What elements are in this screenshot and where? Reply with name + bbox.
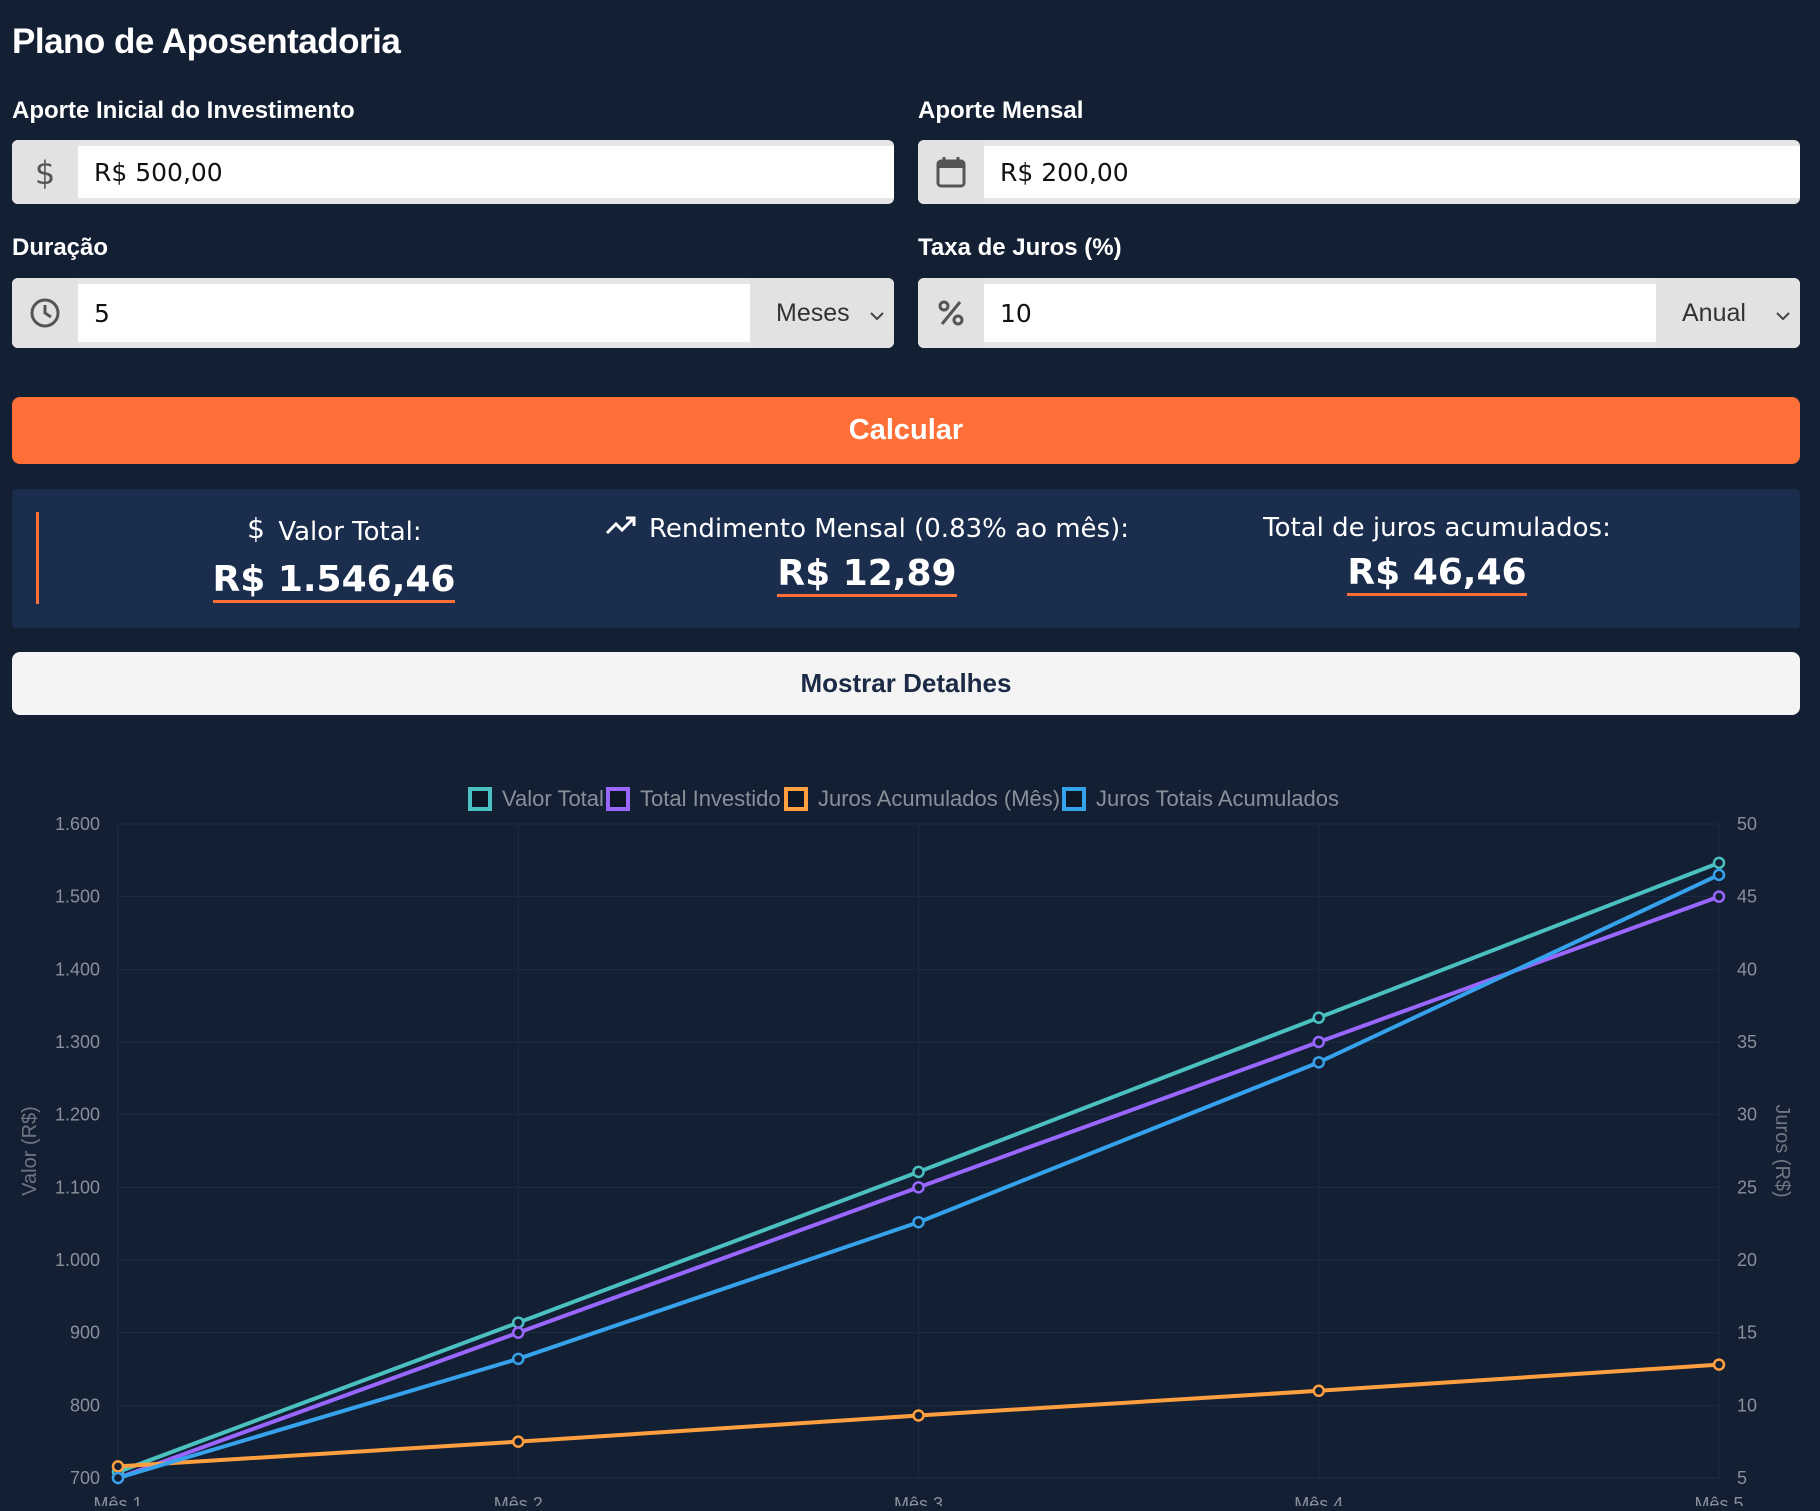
y-right-tick-label: 20: [1737, 1250, 1757, 1270]
results-accent-bar: [36, 512, 39, 604]
data-point: [912, 1181, 925, 1194]
total-value-amount: R$ 1.546,46: [212, 560, 456, 603]
y-left-tick-label: 800: [70, 1395, 100, 1415]
y-left-tick-label: 1.600: [55, 814, 100, 834]
data-point: [512, 1435, 525, 1448]
y-left-axis-title: Valor (R$): [19, 1106, 41, 1196]
duration-unit-select[interactable]: Meses: [750, 278, 894, 348]
y-left-tick-label: 1.400: [55, 959, 100, 979]
legend-label: Juros Totais Acumulados: [1096, 786, 1339, 811]
interest-total-amount: R$ 46,46: [1347, 553, 1527, 596]
duration-label: Duração: [12, 234, 109, 261]
y-right-tick-label: 25: [1737, 1177, 1757, 1197]
monthly-contribution-input[interactable]: R$ 200,00: [984, 146, 1800, 198]
data-point: [111, 1460, 125, 1473]
total-value-result: $ Valor Total: R$ 1.546,46: [174, 512, 494, 603]
chevron-down-icon: [1776, 299, 1790, 328]
interest-rate-label: Taxa de Juros (%): [918, 234, 1122, 261]
legend-swatch: [1062, 787, 1086, 811]
duration-input[interactable]: 5: [78, 284, 750, 342]
monthly-contribution-field[interactable]: R$ 200,00: [918, 140, 1800, 204]
data-point: [1712, 856, 1726, 870]
y-right-tick-label: 10: [1737, 1395, 1757, 1415]
y-right-tick-label: 50: [1737, 814, 1757, 834]
y-right-tick-label: 30: [1737, 1105, 1757, 1125]
monthly-contribution-label: Aporte Mensal: [918, 97, 1084, 124]
y-left-tick-label: 1.200: [55, 1105, 100, 1125]
y-right-tick-label: 35: [1737, 1032, 1757, 1052]
calculate-button[interactable]: Calcular: [12, 397, 1800, 464]
interest-total-result: Total de juros acumulados: R$ 46,46: [1262, 513, 1612, 596]
y-right-tick-label: 5: [1737, 1468, 1747, 1488]
y-left-tick-label: 1.500: [55, 887, 100, 907]
legend-label: Valor Total: [502, 786, 604, 811]
y-right-tick-label: 45: [1737, 887, 1757, 907]
data-point: [1312, 1011, 1325, 1024]
y-right-tick-label: 40: [1737, 959, 1757, 979]
y-right-axis-title: Juros (R$): [1771, 1104, 1793, 1197]
monthly-yield-amount: R$ 12,89: [777, 554, 957, 597]
dollar-icon: $: [12, 140, 78, 204]
chevron-down-icon: [870, 299, 884, 328]
data-point: [512, 1326, 525, 1339]
rate-period-value: Anual: [1682, 298, 1746, 327]
data-point: [1712, 1358, 1726, 1371]
trending-up-icon: [605, 513, 637, 544]
legend-label: Juros Acumulados (Mês): [818, 786, 1060, 811]
y-left-tick-label: 1.300: [55, 1032, 100, 1052]
dollar-icon: $: [246, 512, 266, 550]
legend-swatch: [606, 787, 630, 811]
line-chart: 700 5 800 10 900 15 1.000 20 1.100 25 1.200 30 1.300…: [0, 760, 1820, 1511]
legend-swatch: [784, 787, 808, 811]
y-left-tick-label: 1.000: [55, 1250, 100, 1270]
initial-investment-input[interactable]: R$ 500,00: [78, 146, 894, 198]
legend-label: Total Investido: [640, 786, 781, 811]
data-point: [912, 1409, 925, 1422]
x-tick-label: Mês 1: [93, 1494, 142, 1506]
clock-icon: [12, 278, 78, 348]
duration-field[interactable]: 5 Meses: [12, 278, 894, 348]
x-tick-label: Mês 2: [494, 1494, 543, 1506]
y-left-tick-label: 1.100: [55, 1177, 100, 1197]
data-point: [1312, 1384, 1325, 1398]
data-point: [1712, 868, 1726, 882]
data-point: [912, 1165, 925, 1179]
data-point: [111, 1471, 125, 1485]
interest-rate-input[interactable]: 10: [984, 284, 1656, 342]
data-point: [512, 1352, 525, 1366]
y-left-tick-label: 900: [70, 1323, 100, 1343]
interest-rate-field[interactable]: 10 Anual: [918, 278, 1800, 348]
data-point: [1712, 890, 1726, 903]
data-point: [1312, 1035, 1325, 1049]
x-tick-label: Mês 3: [894, 1494, 943, 1506]
percent-icon: [918, 278, 984, 348]
data-point: [912, 1215, 925, 1229]
data-point: [512, 1316, 525, 1329]
duration-unit-value: Meses: [776, 298, 850, 327]
y-left-tick-label: 700: [70, 1468, 100, 1488]
rate-period-select[interactable]: Anual: [1656, 278, 1800, 348]
results-panel: $ Valor Total: R$ 1.546,46 Rendimento Me…: [12, 489, 1800, 628]
show-details-button[interactable]: Mostrar Detalhes: [12, 652, 1800, 715]
monthly-yield-result: Rendimento Mensal (0.83% ao mês): R$ 12,…: [602, 513, 1132, 597]
interest-total-label: Total de juros acumulados:: [1263, 513, 1611, 543]
monthly-yield-label: Rendimento Mensal (0.83% ao mês):: [648, 513, 1130, 544]
legend-swatch: [468, 787, 492, 811]
x-tick-label: Mês 5: [1694, 1494, 1743, 1506]
calendar-icon: [918, 140, 984, 204]
svg-text:$: $: [247, 513, 265, 543]
x-tick-label: Mês 4: [1294, 1494, 1343, 1506]
data-point: [1312, 1056, 1325, 1069]
chart-svg: 700 5 800 10 900 15 1.000 20 1.100 25 1.200 30 1.300…: [19, 786, 1793, 1511]
initial-investment-label: Aporte Inicial do Investimento: [12, 97, 355, 124]
svg-text:$: $: [35, 155, 55, 189]
y-right-tick-label: 15: [1737, 1323, 1757, 1343]
page-title: Plano de Aposentadoria: [12, 22, 401, 61]
initial-investment-field[interactable]: $ R$ 500,00: [12, 140, 894, 204]
total-value-label: Valor Total:: [278, 516, 422, 547]
